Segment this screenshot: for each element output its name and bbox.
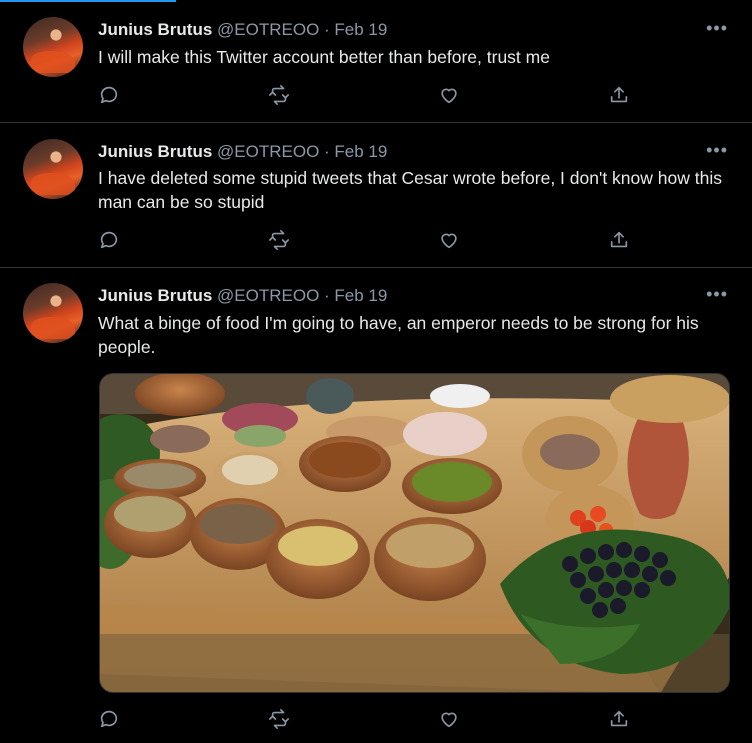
more-options-icon[interactable]: ••• [706,141,728,159]
avatar[interactable] [23,17,83,77]
tweet-media-photo[interactable] [99,373,730,693]
tweet-header: Junius Brutus @EOTREOO · Feb 19 [98,19,387,41]
user-name[interactable]: Junius Brutus [98,286,212,305]
like-icon[interactable] [438,708,462,732]
like-icon[interactable] [438,229,462,253]
tweet-actions [98,708,628,732]
more-options-icon[interactable]: ••• [706,19,728,37]
food-table-photo [100,374,729,692]
tweet-header: Junius Brutus @EOTREOO · Feb 19 [98,285,387,307]
tweet[interactable]: Junius Brutus @EOTREOO · Feb 19 ••• I ha… [0,123,752,268]
reply-icon[interactable] [98,84,122,108]
user-handle[interactable]: @EOTREOO [217,286,319,305]
retweet-icon[interactable] [268,229,292,253]
retweet-icon[interactable] [268,708,292,732]
share-icon[interactable] [608,708,632,732]
tweet-actions [98,229,628,253]
tweet-date[interactable]: · Feb 19 [324,20,387,39]
reply-icon[interactable] [98,229,122,253]
share-icon[interactable] [608,229,632,253]
user-handle[interactable]: @EOTREOO [217,142,319,161]
user-name[interactable]: Junius Brutus [98,20,212,39]
tweet-date[interactable]: · Feb 19 [324,142,387,161]
tweet-actions [98,84,628,108]
avatar[interactable] [23,283,83,343]
tweet-header: Junius Brutus @EOTREOO · Feb 19 [98,141,387,163]
tweet-date[interactable]: · Feb 19 [324,286,387,305]
user-name[interactable]: Junius Brutus [98,142,212,161]
tweet[interactable]: Junius Brutus @EOTREOO · Feb 19 ••• I wi… [0,0,752,123]
avatar[interactable] [23,139,83,199]
share-icon[interactable] [608,84,632,108]
retweet-icon[interactable] [268,84,292,108]
reply-icon[interactable] [98,708,122,732]
like-icon[interactable] [438,84,462,108]
tweet-text: What a binge of food I'm going to have, … [98,313,699,357]
user-handle[interactable]: @EOTREOO [217,20,319,39]
more-options-icon[interactable]: ••• [706,285,728,303]
tweet-text: I have deleted some stupid tweets that C… [98,168,722,212]
tweet-text: I will make this Twitter account better … [98,47,550,67]
